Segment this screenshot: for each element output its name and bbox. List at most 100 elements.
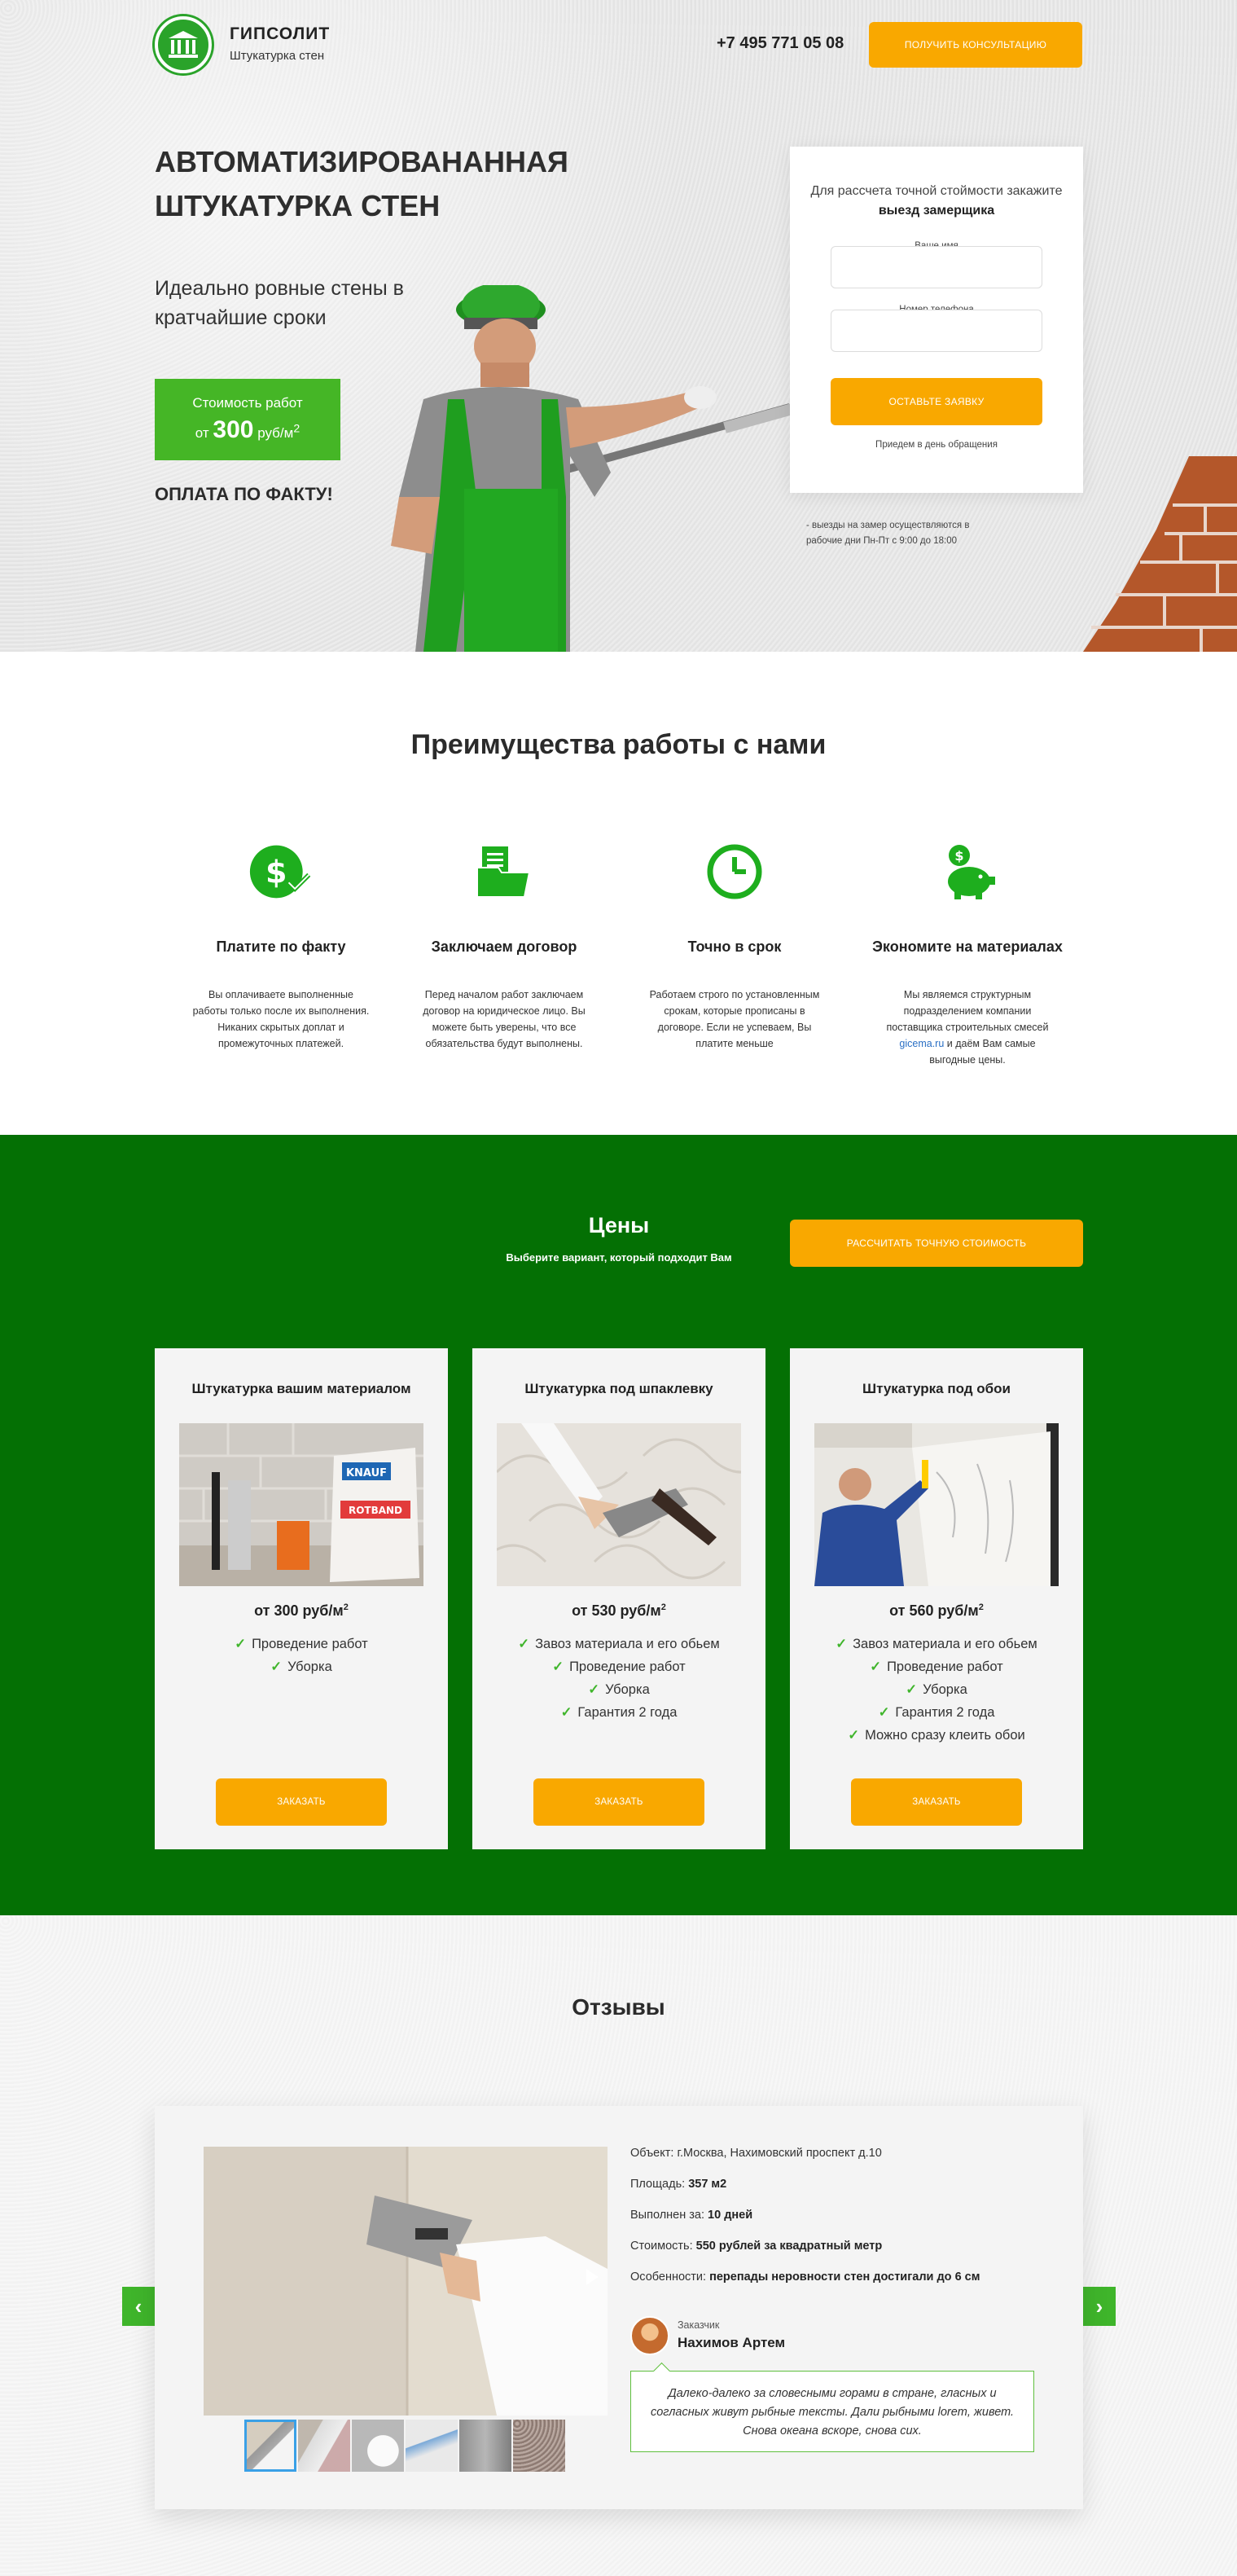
prev-arrow-icon[interactable]: ‹ <box>122 2287 155 2326</box>
review-quote: Далеко-далеко за словесными горами в стр… <box>630 2371 1034 2452</box>
name-input[interactable] <box>831 246 1042 288</box>
advantage-text: Перед началом работ заключаем договор на… <box>423 989 586 1049</box>
submit-request-button[interactable]: ОСТАВЬТЕ ЗАЯВКУ <box>831 378 1042 425</box>
price-label: Стоимость работ <box>192 395 303 411</box>
thumbnail[interactable] <box>459 2420 511 2472</box>
feature-item: ✓ Уборка <box>155 1655 448 1678</box>
review-duration: Выполнен за: 10 дней <box>630 2209 1054 2240</box>
feature-text: Можно сразу клеить обои <box>865 1728 1025 1743</box>
price-card-title: Штукатурка вашим материалом <box>191 1381 411 1396</box>
advantage-text-part: и даём Вам самые выгодные цены. <box>929 1038 1036 1066</box>
review-cost: Стоимость: 550 рублей за квадратный метр <box>630 2240 1054 2270</box>
customer-name: Нахимов Артем <box>678 2335 786 2350</box>
calculate-price-button[interactable]: РАССЧИТАТЬ ТОЧНУЮ СТОИМОСТЬ <box>790 1220 1083 1267</box>
price-line: от 300 руб/м2 <box>155 416 340 444</box>
feature-text: Уборка <box>605 1682 650 1697</box>
feature-text: Гарантия 2 года <box>577 1705 678 1720</box>
value: 550 рублей за квадратный метр <box>695 2240 883 2253</box>
price-text: от 560 руб/м <box>889 1602 979 1619</box>
schedule-note: - выезды на замер осуществляются в рабоч… <box>806 521 970 546</box>
advantage-item: $ Экономите на материалах Мы являемся ст… <box>858 839 1077 1068</box>
header-phone[interactable]: +7 495 771 05 08 <box>717 34 844 53</box>
check-icon: ✓ <box>270 1659 283 1674</box>
product-image: KNAUF ROTBAND <box>179 1423 423 1586</box>
feature-text: Завоз материала и его обьем <box>853 1637 1037 1651</box>
value: перепады неровности стен достигали до 6 … <box>709 2270 980 2284</box>
feature-item: ✓ Проведение работ <box>155 1633 448 1655</box>
customer-label: Заказчик <box>678 2319 720 2331</box>
consultation-button[interactable]: ПОЛУЧИТЬ КОНСУЛЬТАЦИЮ <box>869 22 1082 68</box>
order-button[interactable]: ЗАКАЗАТЬ <box>851 1778 1022 1826</box>
advantage-title: Точно в срок <box>687 939 782 955</box>
check-icon: ✓ <box>878 1705 890 1720</box>
feature-item: ✓ Уборка <box>472 1678 765 1701</box>
bag-brand-text: KNAUF <box>346 1467 387 1479</box>
review-main-image[interactable] <box>204 2147 608 2416</box>
reviews-section: Отзывы ‹ › Объект: г.Москва, Нахимовский… <box>0 1915 1237 2576</box>
order-button[interactable]: ЗАКАЗАТЬ <box>533 1778 704 1826</box>
piggy-bank-icon: $ <box>935 839 1000 904</box>
next-arrow-icon[interactable]: › <box>1083 2287 1116 2326</box>
review-details: Объект: г.Москва, Нахимовский проспект д… <box>630 2147 1054 2301</box>
feature-item: ✓ Проведение работ <box>790 1655 1083 1678</box>
review-card: Объект: г.Москва, Нахимовский проспект д… <box>155 2106 1083 2509</box>
advantage-text: Работаем строго по установленным срокам,… <box>649 989 820 1049</box>
bag-product-text: ROTBAND <box>349 1505 402 1516</box>
product-image <box>814 1423 1059 1586</box>
thumbnail[interactable] <box>406 2420 458 2472</box>
prices-section: Цены Выберите вариант, который подходит … <box>0 1135 1237 1915</box>
feature-text: Уборка <box>923 1682 967 1697</box>
feature-text: Проведение работ <box>887 1659 1003 1674</box>
advantage-text: Вы оплачиваете выполненные работы только… <box>192 989 370 1049</box>
phone-input[interactable] <box>831 310 1042 352</box>
check-icon: ✓ <box>906 1682 918 1697</box>
thumbnail[interactable] <box>352 2420 404 2472</box>
price-card-title: Штукатурка под обои <box>862 1381 1011 1396</box>
hero-price-badge: Стоимость работ от 300 руб/м2 <box>155 379 340 460</box>
feature-list: ✓ Завоз материала и его обьем ✓ Проведение… <box>472 1633 765 1724</box>
review-thumbnails <box>244 2420 565 2472</box>
logo-icon[interactable] <box>155 16 212 73</box>
order-button[interactable]: ЗАКАЗАТЬ <box>216 1778 387 1826</box>
dollar-check-icon: $ <box>248 839 314 904</box>
price-text: от 300 руб/м <box>254 1602 344 1619</box>
thumbnail[interactable] <box>513 2420 565 2472</box>
price-prefix: от <box>195 425 209 441</box>
price-unit-sup: 2 <box>293 422 300 436</box>
feature-item: ✓ Завоз материала и его обьем <box>790 1633 1083 1655</box>
feature-list: ✓ Проведение работ ✓ Уборка <box>155 1633 448 1678</box>
price-sup: 2 <box>978 1602 984 1612</box>
check-icon: ✓ <box>552 1659 564 1674</box>
prices-title: Цены <box>588 1213 650 1237</box>
feature-text: Гарантия 2 года <box>895 1705 995 1720</box>
advantage-title: Платите по факту <box>216 939 346 955</box>
label: Стоимость: <box>630 2240 693 2253</box>
label: Объект: <box>630 2147 674 2160</box>
price-card-price: от 530 руб/м2 <box>472 1602 765 1620</box>
supplier-link[interactable]: gicema.ru <box>899 1038 944 1049</box>
brand-name: ГИПСОЛИТ <box>230 24 331 43</box>
label: Особенности: <box>630 2270 707 2284</box>
price-card-price: от 300 руб/м2 <box>155 1602 448 1620</box>
value: 10 дней <box>708 2209 753 2222</box>
brick-wall-image <box>1083 456 1237 652</box>
svg-text:$: $ <box>954 848 963 864</box>
check-icon: ✓ <box>560 1705 572 1720</box>
price-card: Штукатурка под обои от 560 руб/м2 ✓ Завоз… <box>790 1348 1083 1849</box>
advantage-item: Заключаем договор Перед началом работ за… <box>394 839 614 1052</box>
label: Площадь: <box>630 2178 686 2191</box>
thumbnail[interactable] <box>244 2420 296 2472</box>
request-form: Для рассчета точной стоймости закажите в… <box>790 147 1083 493</box>
product-image <box>497 1423 741 1586</box>
hero-title: АВТОМАТИЗИРОВАНАННАЯ ШТУКАТУРКА СТЕН <box>155 145 568 222</box>
feature-text: Завоз материала и его обьем <box>535 1637 720 1651</box>
pay-on-fact-note: ОПЛАТА ПО ФАКТУ! <box>155 484 333 504</box>
value: 357 м2 <box>688 2178 727 2191</box>
feature-item: ✓ Завоз материала и его обьем <box>472 1633 765 1655</box>
feature-text: Проведение работ <box>252 1637 368 1651</box>
price-card-price: от 560 руб/м2 <box>790 1602 1083 1620</box>
feature-list: ✓ Завоз материала и его обьем ✓ Проведение… <box>790 1633 1083 1747</box>
thumbnail[interactable] <box>298 2420 350 2472</box>
check-icon: ✓ <box>848 1728 860 1743</box>
advantage-title: Экономите на материалах <box>872 939 1063 955</box>
